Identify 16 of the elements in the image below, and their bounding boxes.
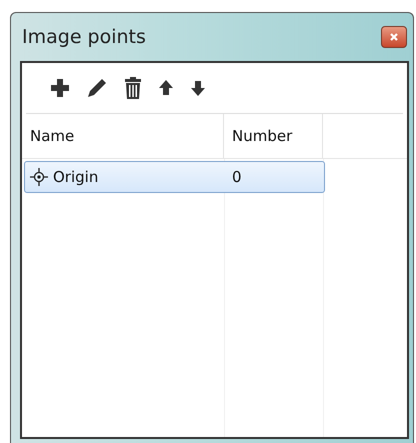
pencil-icon — [86, 77, 108, 99]
up-arrow-icon — [158, 79, 174, 97]
column-header[interactable]: Name — [22, 114, 224, 158]
plus-icon — [50, 78, 70, 98]
table-cell-text: 0 — [231, 168, 243, 186]
add-button[interactable] — [48, 76, 72, 100]
delete-button[interactable] — [122, 75, 144, 101]
trash-icon — [124, 77, 142, 99]
crosshair-icon — [29, 167, 49, 187]
down-arrow-icon — [190, 79, 206, 97]
table-cell: Origin — [53, 168, 98, 186]
window-title: Image points — [21, 26, 146, 48]
close-button[interactable] — [381, 26, 407, 48]
close-icon — [389, 32, 399, 42]
table-row[interactable]: Origin 0 — [24, 161, 325, 193]
column-header[interactable]: Number — [224, 114, 323, 158]
